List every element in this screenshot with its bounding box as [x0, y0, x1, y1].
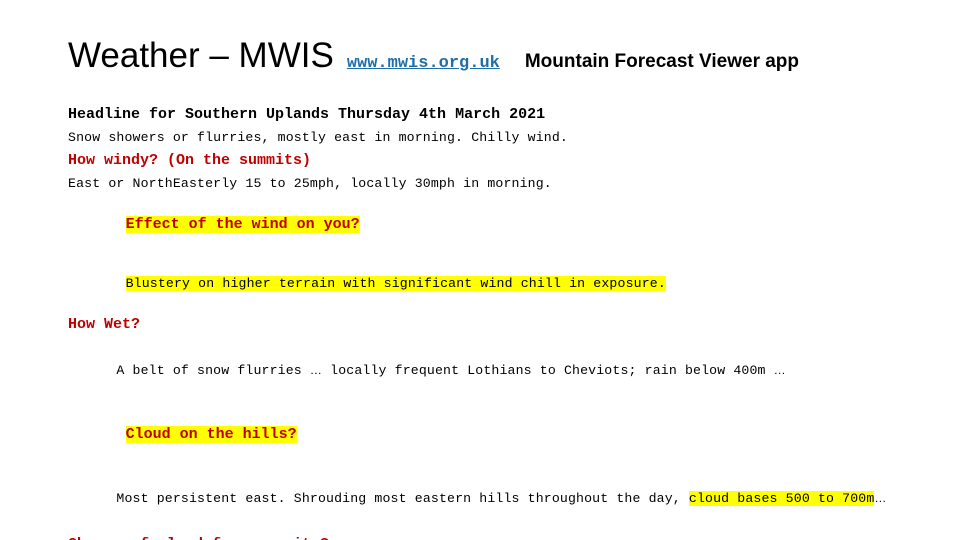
- slide-canvas: Weather – MWIS www.mwis.org.uk Mountain …: [0, 0, 960, 540]
- page-title: Weather – MWIS: [68, 36, 334, 75]
- section-body-wind-effect: Blustery on higher terrain with signific…: [125, 276, 666, 291]
- section-heading-cloud-free-summits: Chance of cloud free summits?: [68, 533, 906, 540]
- section-body-row-wind-effect: Blustery on higher terrain with signific…: [68, 254, 906, 313]
- forecast-headline-body: Snow showers or flurries, mostly east in…: [68, 130, 568, 145]
- section-body-cloud-hills-highlighted: cloud bases 500 to 700m: [688, 491, 875, 506]
- section-body-how-wet-mid: locally frequent Lothians to Cheviots; r…: [322, 363, 774, 378]
- section-heading-wind-effect: Effect of the wind on you?: [125, 216, 360, 233]
- section-body-how-wet-pre: A belt of snow flurries: [116, 363, 310, 378]
- forecast-headline: Headline for Southern Uplands Thursday 4…: [68, 106, 546, 123]
- mwis-website-link[interactable]: www.mwis.org.uk: [347, 55, 500, 72]
- slide-title-row: Weather – MWIS www.mwis.org.uk Mountain …: [68, 38, 920, 73]
- section-heading-row-wind-effect: Effect of the wind on you?: [68, 195, 906, 254]
- app-name-label: Mountain Forecast Viewer app: [524, 51, 800, 72]
- section-body-cloud-hills-pre: Most persistent east. Shrouding most eas…: [116, 491, 689, 506]
- section-heading-how-windy: How windy? (On the summits): [68, 152, 312, 169]
- ellipsis-icon: …: [309, 363, 323, 377]
- section-body-row-how-wet: A belt of snow flurries … locally freque…: [68, 336, 906, 405]
- section-body-row-cloud-hills: Most persistent east. Shrouding most eas…: [68, 464, 906, 533]
- section-heading-row-cloud-hills: Cloud on the hills?: [68, 405, 906, 464]
- ellipsis-icon: …: [773, 363, 786, 377]
- section-heading-cloud-hills: Cloud on the hills?: [125, 426, 297, 443]
- ellipsis-icon: …: [874, 491, 887, 505]
- section-body-how-windy: East or NorthEasterly 15 to 25mph, local…: [68, 176, 552, 191]
- forecast-body: Headline for Southern Uplands Thursday 4…: [68, 103, 906, 540]
- section-heading-how-wet: How Wet?: [68, 316, 141, 333]
